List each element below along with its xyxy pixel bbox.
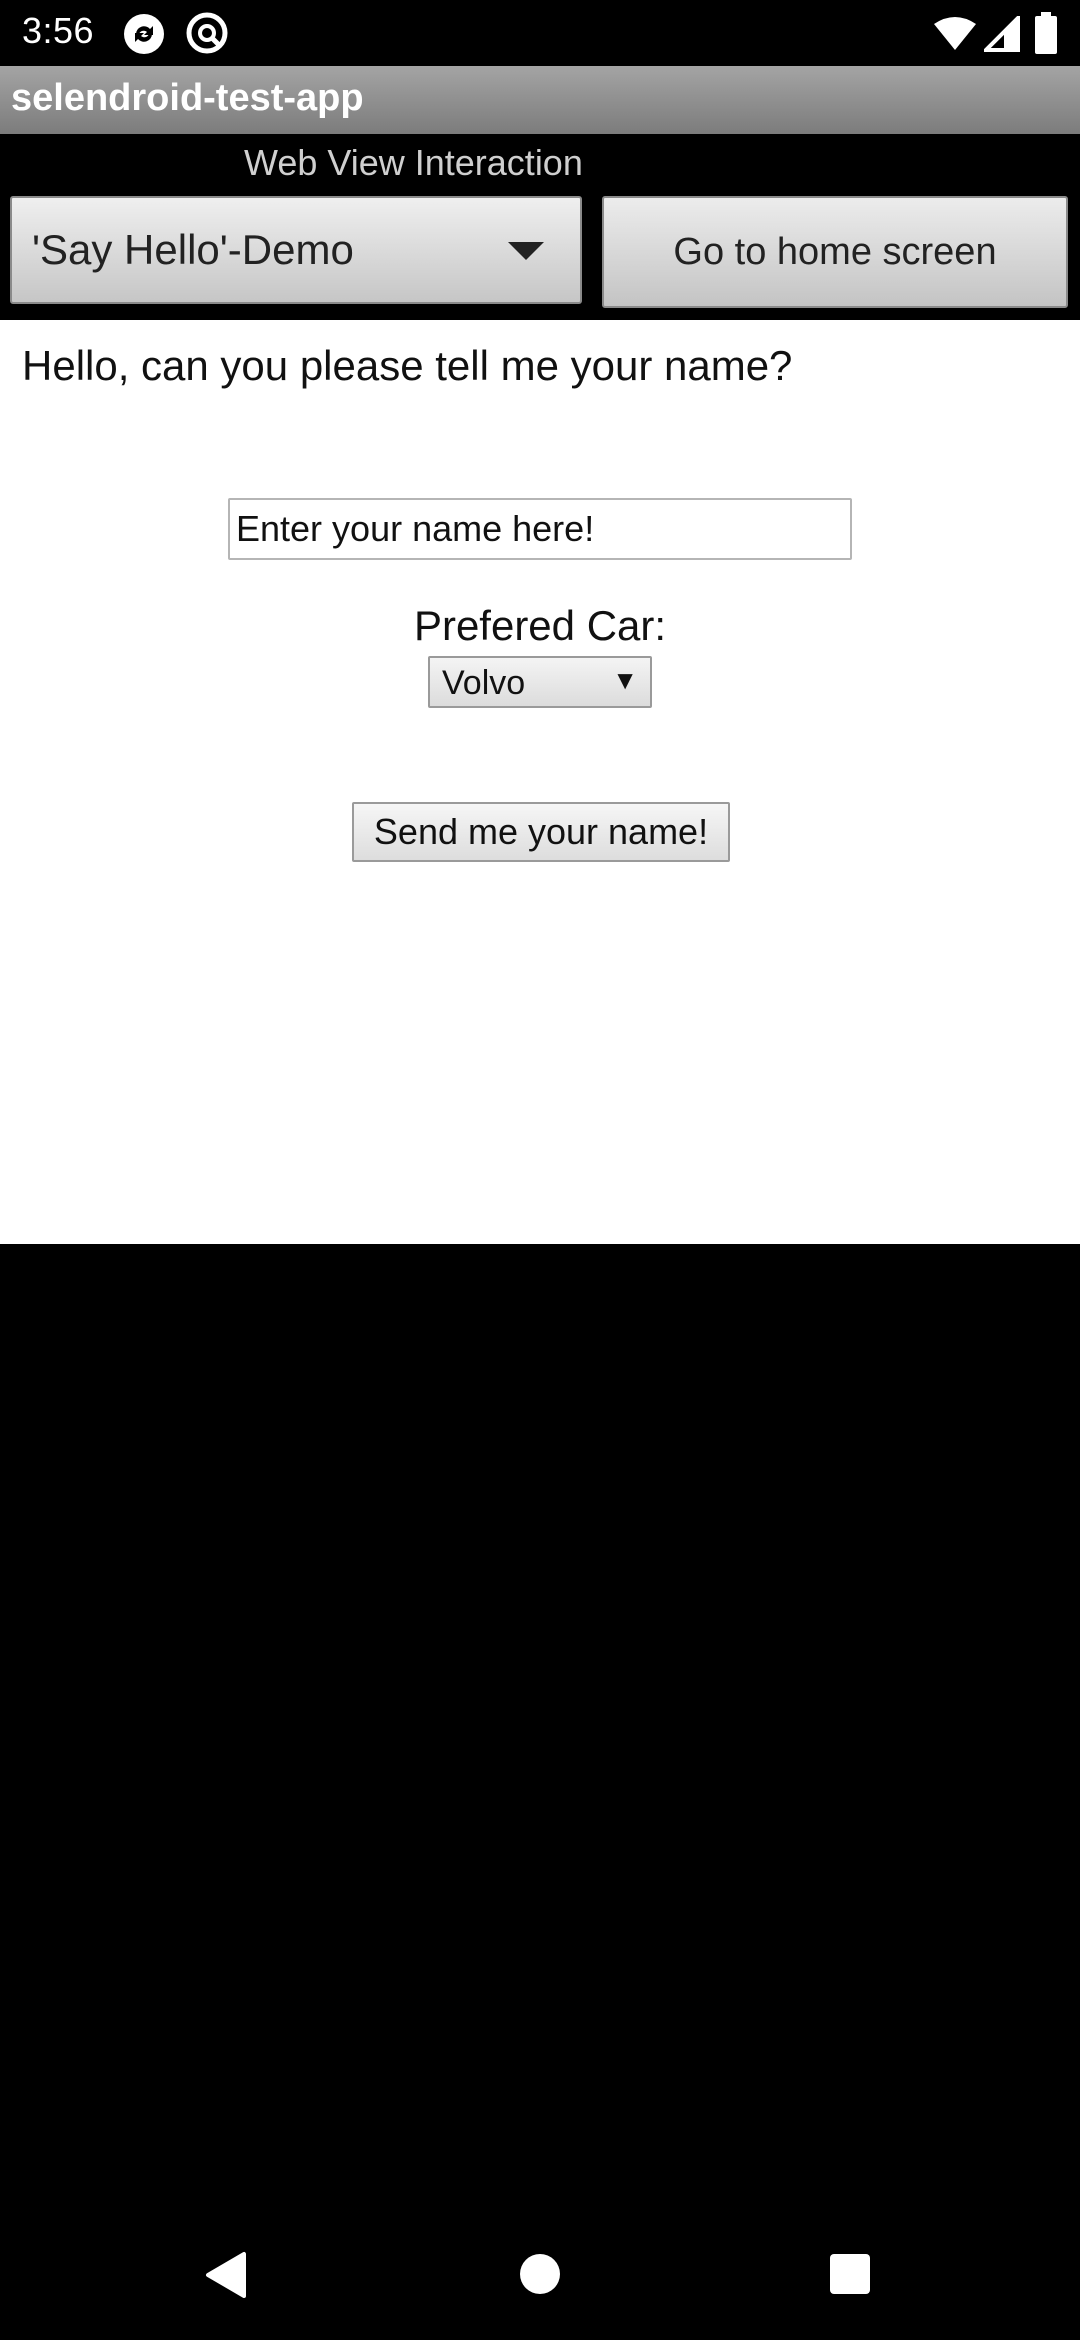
- status-time: 3:56: [22, 10, 95, 51]
- app-title-bar: selendroid-test-app: [0, 66, 1080, 134]
- car-label: Prefered Car:: [413, 602, 667, 649]
- name-question: Hello, can you please tell me your name?: [22, 342, 793, 389]
- demo-spinner[interactable]: 'Say Hello'-Demo: [10, 196, 582, 304]
- name-input[interactable]: [228, 498, 852, 560]
- app-title: selendroid-test-app: [11, 77, 364, 119]
- send-name-button[interactable]: Send me your name!: [352, 802, 730, 862]
- back-icon[interactable]: [204, 2250, 248, 2300]
- wifi-icon: [934, 17, 976, 50]
- web-view: Hello, can you please tell me your name?…: [0, 320, 1080, 1244]
- home-icon[interactable]: [518, 2252, 562, 2296]
- sync-notification-icon: [124, 14, 164, 54]
- status-bar: 3:56: [0, 0, 1080, 66]
- car-select[interactable]: Volvo ▼: [428, 656, 652, 708]
- dropdown-arrow-icon: [508, 242, 544, 260]
- at-notification-icon: [186, 12, 228, 54]
- go-home-button-label: Go to home screen: [673, 230, 997, 273]
- send-name-button-label: Send me your name!: [373, 811, 709, 852]
- activity-label: Web View Interaction: [244, 142, 583, 183]
- cell-signal-icon: [984, 16, 1020, 52]
- activity-header: Web View Interaction 'Say Hello'-Demo Go…: [0, 134, 1080, 320]
- recents-icon[interactable]: [828, 2252, 872, 2296]
- spinner-value: 'Say Hello'-Demo: [32, 226, 354, 273]
- go-home-button[interactable]: Go to home screen: [602, 196, 1068, 308]
- select-arrow-icon: ▼: [612, 665, 638, 695]
- battery-icon: [1035, 12, 1057, 54]
- car-select-value: Volvo: [442, 664, 526, 702]
